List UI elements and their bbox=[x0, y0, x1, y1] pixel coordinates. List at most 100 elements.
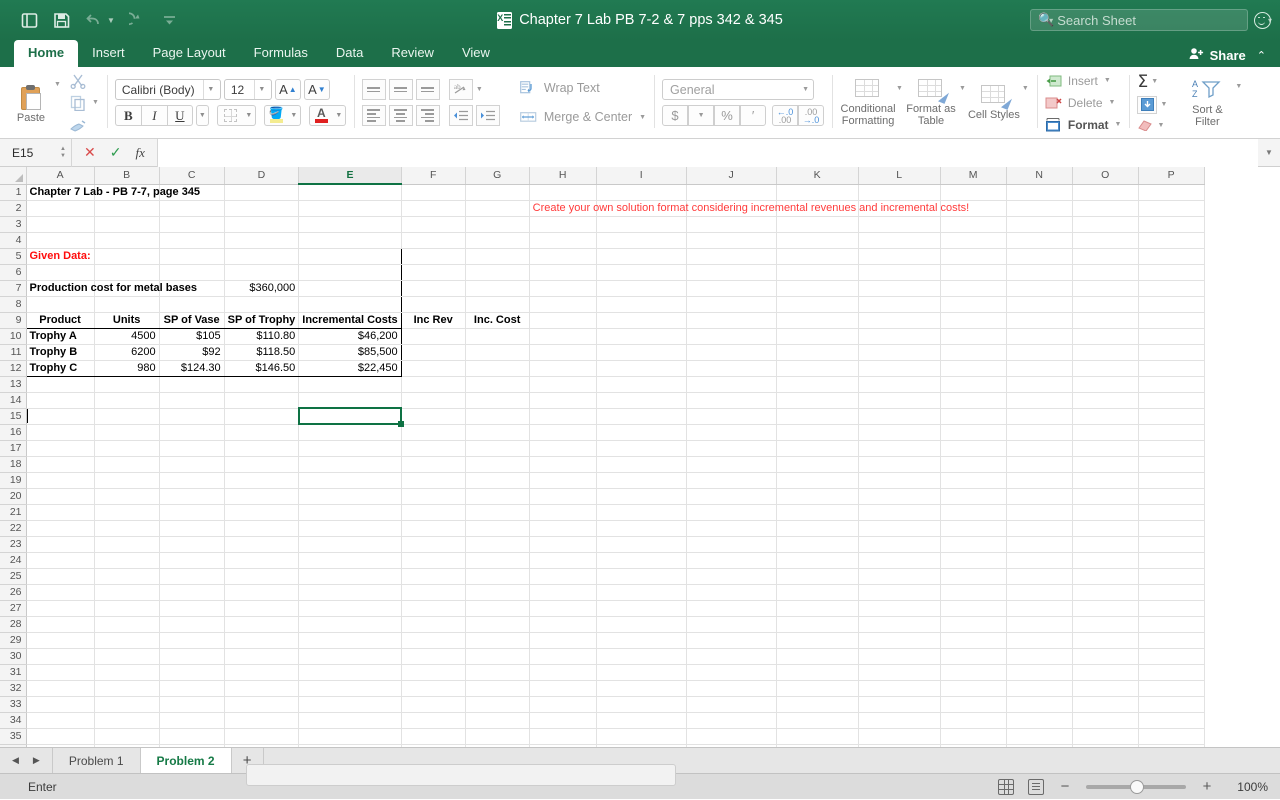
cell-l7[interactable] bbox=[858, 280, 941, 297]
cell-m14[interactable] bbox=[940, 392, 1007, 409]
cell-e1[interactable] bbox=[298, 184, 402, 201]
tab-home[interactable]: Home bbox=[14, 40, 79, 67]
cell-l8[interactable] bbox=[858, 296, 941, 313]
tab-data[interactable]: Data bbox=[322, 40, 377, 67]
cell-n24[interactable] bbox=[1006, 552, 1073, 569]
cell-n10[interactable] bbox=[1006, 328, 1073, 345]
cell-n34[interactable] bbox=[1006, 712, 1073, 729]
cell-i14[interactable] bbox=[596, 392, 687, 409]
cell-p16[interactable] bbox=[1138, 424, 1205, 441]
cell-k7[interactable] bbox=[776, 280, 859, 297]
cell-h1[interactable] bbox=[529, 184, 597, 201]
cell-l35[interactable] bbox=[858, 728, 941, 745]
align-middle-button[interactable] bbox=[388, 79, 413, 100]
share-button[interactable]: Share ⌃ bbox=[1189, 47, 1266, 63]
cell-a19[interactable] bbox=[26, 472, 95, 489]
cell-f3[interactable] bbox=[401, 216, 466, 233]
cell-g20[interactable] bbox=[465, 488, 530, 505]
cell-k14[interactable] bbox=[776, 392, 859, 409]
cell-j35[interactable] bbox=[686, 728, 777, 745]
row-header-20[interactable]: 20 bbox=[0, 488, 27, 505]
cell-b29[interactable] bbox=[94, 632, 160, 649]
cell-f29[interactable] bbox=[401, 632, 466, 649]
cell-j6[interactable] bbox=[686, 264, 777, 281]
cell-n29[interactable] bbox=[1006, 632, 1073, 649]
cell-b13[interactable] bbox=[94, 376, 160, 393]
cell-j21[interactable] bbox=[686, 504, 777, 521]
cell-g33[interactable] bbox=[465, 696, 530, 713]
cell-l20[interactable] bbox=[858, 488, 941, 505]
cell-p4[interactable] bbox=[1138, 232, 1205, 249]
cell-k24[interactable] bbox=[776, 552, 859, 569]
column-header-f[interactable]: F bbox=[401, 167, 466, 185]
cell-p31[interactable] bbox=[1138, 664, 1205, 681]
cell-f35[interactable] bbox=[401, 728, 466, 745]
cell-f1[interactable] bbox=[401, 184, 466, 201]
cell-n7[interactable] bbox=[1006, 280, 1073, 297]
cell-g11[interactable] bbox=[465, 344, 530, 361]
cell-b8[interactable] bbox=[94, 296, 160, 313]
cell-k36[interactable] bbox=[776, 744, 859, 747]
cell-m9[interactable] bbox=[940, 312, 1007, 329]
cell-i13[interactable] bbox=[596, 376, 687, 393]
number-format-caret-icon[interactable]: ▼ bbox=[802, 86, 809, 93]
cell-k18[interactable] bbox=[776, 456, 859, 473]
cell-o2[interactable] bbox=[1072, 200, 1139, 217]
row-header-13[interactable]: 13 bbox=[0, 376, 27, 393]
cell-f14[interactable] bbox=[401, 392, 466, 409]
cell-m7[interactable] bbox=[940, 280, 1007, 297]
cell-d12[interactable]: $146.50 bbox=[224, 360, 300, 377]
cell-b21[interactable] bbox=[94, 504, 160, 521]
cell-j5[interactable] bbox=[686, 248, 777, 265]
cell-j36[interactable] bbox=[686, 744, 777, 747]
cell-o11[interactable] bbox=[1072, 344, 1139, 361]
cell-k13[interactable] bbox=[776, 376, 859, 393]
cell-g24[interactable] bbox=[465, 552, 530, 569]
cell-l11[interactable] bbox=[858, 344, 941, 361]
cell-j19[interactable] bbox=[686, 472, 777, 489]
cell-b2[interactable] bbox=[94, 200, 160, 217]
cell-n35[interactable] bbox=[1006, 728, 1073, 745]
increase-indent-button[interactable] bbox=[475, 105, 500, 126]
cell-p24[interactable] bbox=[1138, 552, 1205, 569]
cell-c4[interactable] bbox=[159, 232, 225, 249]
cell-p17[interactable] bbox=[1138, 440, 1205, 457]
cell-j4[interactable] bbox=[686, 232, 777, 249]
cell-p19[interactable] bbox=[1138, 472, 1205, 489]
insert-function-icon[interactable]: fx bbox=[135, 145, 144, 161]
cell-styles-dropdown-caret[interactable]: ▼ bbox=[1022, 85, 1029, 92]
cell-o20[interactable] bbox=[1072, 488, 1139, 505]
cell-n15[interactable] bbox=[1006, 408, 1073, 425]
cell-m12[interactable] bbox=[940, 360, 1007, 377]
cell-p22[interactable] bbox=[1138, 520, 1205, 537]
row-header-1[interactable]: 1 bbox=[0, 184, 27, 201]
cell-b20[interactable] bbox=[94, 488, 160, 505]
cell-h6[interactable] bbox=[529, 264, 597, 281]
cell-c9[interactable]: SP of Vase bbox=[159, 311, 225, 329]
cell-l17[interactable] bbox=[858, 440, 941, 457]
cell-o35[interactable] bbox=[1072, 728, 1139, 745]
cell-d22[interactable] bbox=[224, 520, 300, 537]
column-header-j[interactable]: J bbox=[686, 167, 777, 185]
cell-l27[interactable] bbox=[858, 600, 941, 617]
cell-o8[interactable] bbox=[1072, 296, 1139, 313]
cell-c26[interactable] bbox=[159, 584, 225, 601]
cell-k8[interactable] bbox=[776, 296, 859, 313]
cell-d14[interactable] bbox=[224, 392, 300, 409]
cell-k17[interactable] bbox=[776, 440, 859, 457]
cell-a16[interactable] bbox=[26, 424, 95, 441]
cell-d33[interactable] bbox=[224, 696, 300, 713]
cell-o14[interactable] bbox=[1072, 392, 1139, 409]
cell-p28[interactable] bbox=[1138, 616, 1205, 633]
cell-i3[interactable] bbox=[596, 216, 687, 233]
paste-dropdown-caret[interactable]: ▼ bbox=[54, 81, 61, 88]
cell-f15[interactable] bbox=[401, 408, 466, 425]
cell-p23[interactable] bbox=[1138, 536, 1205, 553]
cell-e13[interactable] bbox=[298, 376, 402, 393]
cell-c28[interactable] bbox=[159, 616, 225, 633]
cell-f9[interactable]: Inc Rev bbox=[401, 312, 466, 329]
insert-cells-button[interactable]: Insert ▼ bbox=[1045, 71, 1122, 91]
cell-f30[interactable] bbox=[401, 648, 466, 665]
cell-p14[interactable] bbox=[1138, 392, 1205, 409]
cell-f2[interactable] bbox=[401, 200, 466, 217]
